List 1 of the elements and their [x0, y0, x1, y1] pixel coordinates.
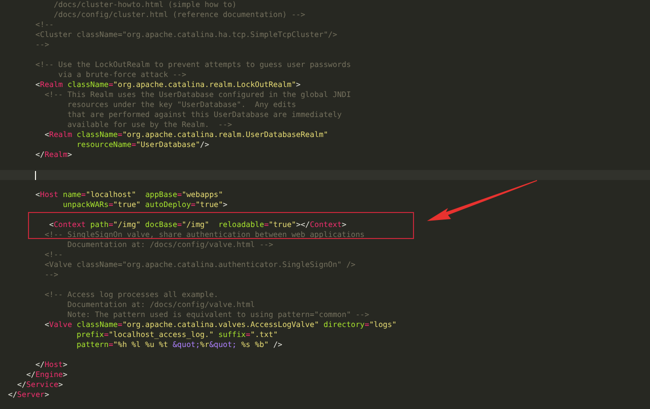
text-cursor — [35, 171, 36, 180]
